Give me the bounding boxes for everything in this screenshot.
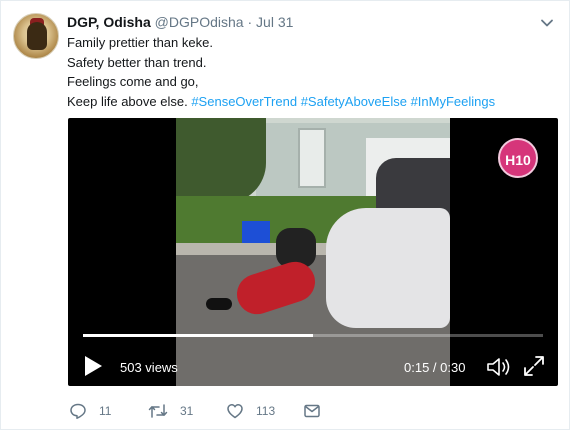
tweet-line: Safety better than trend. bbox=[67, 54, 207, 70]
channel-badge: H10 bbox=[498, 138, 538, 178]
chevron-down-icon[interactable] bbox=[539, 15, 555, 31]
author-handle[interactable]: @DGPOdisha bbox=[155, 14, 244, 30]
direct-message-button[interactable] bbox=[303, 399, 321, 423]
retweet-count: 31 bbox=[180, 404, 194, 418]
tweet-line: Feelings come and go, bbox=[67, 74, 199, 90]
video-progress-bar[interactable] bbox=[83, 334, 543, 337]
tweet-line-text: Keep life above else. bbox=[67, 93, 188, 109]
reply-button[interactable]: 11 bbox=[69, 399, 111, 423]
volume-icon[interactable] bbox=[486, 356, 512, 378]
retweet-icon bbox=[148, 404, 168, 418]
tweet-header: DGP, Odisha @DGPOdisha · Jul 31 bbox=[67, 13, 293, 31]
header-separator: · bbox=[247, 14, 253, 30]
heart-icon bbox=[227, 404, 243, 419]
tweet-line: Family prettier than keke. bbox=[67, 35, 213, 50]
video-player[interactable]: H10 503 views 0:15 / 0:30 bbox=[68, 118, 558, 386]
hashtag-link[interactable]: #SafetyAboveElse bbox=[301, 94, 407, 109]
video-time: 0:15 / 0:30 bbox=[404, 360, 466, 375]
fullscreen-icon[interactable] bbox=[523, 355, 545, 377]
scene-recycling-bin bbox=[242, 221, 270, 243]
like-count: 113 bbox=[256, 404, 276, 418]
tweet-card: DGP, Odisha @DGPOdisha · Jul 31 Family p… bbox=[0, 0, 570, 430]
reply-icon bbox=[70, 403, 86, 419]
retweet-button[interactable]: 31 bbox=[148, 399, 193, 423]
scene-door bbox=[298, 128, 326, 188]
video-frame[interactable] bbox=[176, 118, 450, 386]
scene-shoe bbox=[206, 298, 232, 310]
hashtag-link[interactable]: #InMyFeelings bbox=[411, 94, 496, 109]
scene-car bbox=[326, 208, 450, 328]
scene-trees bbox=[176, 118, 266, 203]
reply-count: 11 bbox=[99, 404, 112, 418]
envelope-icon bbox=[304, 404, 320, 418]
hashtag-link[interactable]: #SenseOverTrend bbox=[191, 94, 297, 109]
tweet-line-last: Keep life above else. #SenseOverTrend #S… bbox=[67, 92, 547, 112]
play-icon[interactable] bbox=[82, 354, 104, 378]
police-emblem-icon bbox=[27, 22, 47, 50]
video-progress-fill bbox=[83, 334, 313, 337]
tweet-date[interactable]: Jul 31 bbox=[256, 14, 293, 30]
avatar[interactable] bbox=[13, 13, 59, 59]
like-button[interactable]: 113 bbox=[226, 399, 275, 423]
view-count: 503 views bbox=[120, 360, 178, 375]
tweet-text: Family prettier than keke. Safety better… bbox=[67, 33, 547, 111]
author-name[interactable]: DGP, Odisha bbox=[67, 14, 151, 30]
